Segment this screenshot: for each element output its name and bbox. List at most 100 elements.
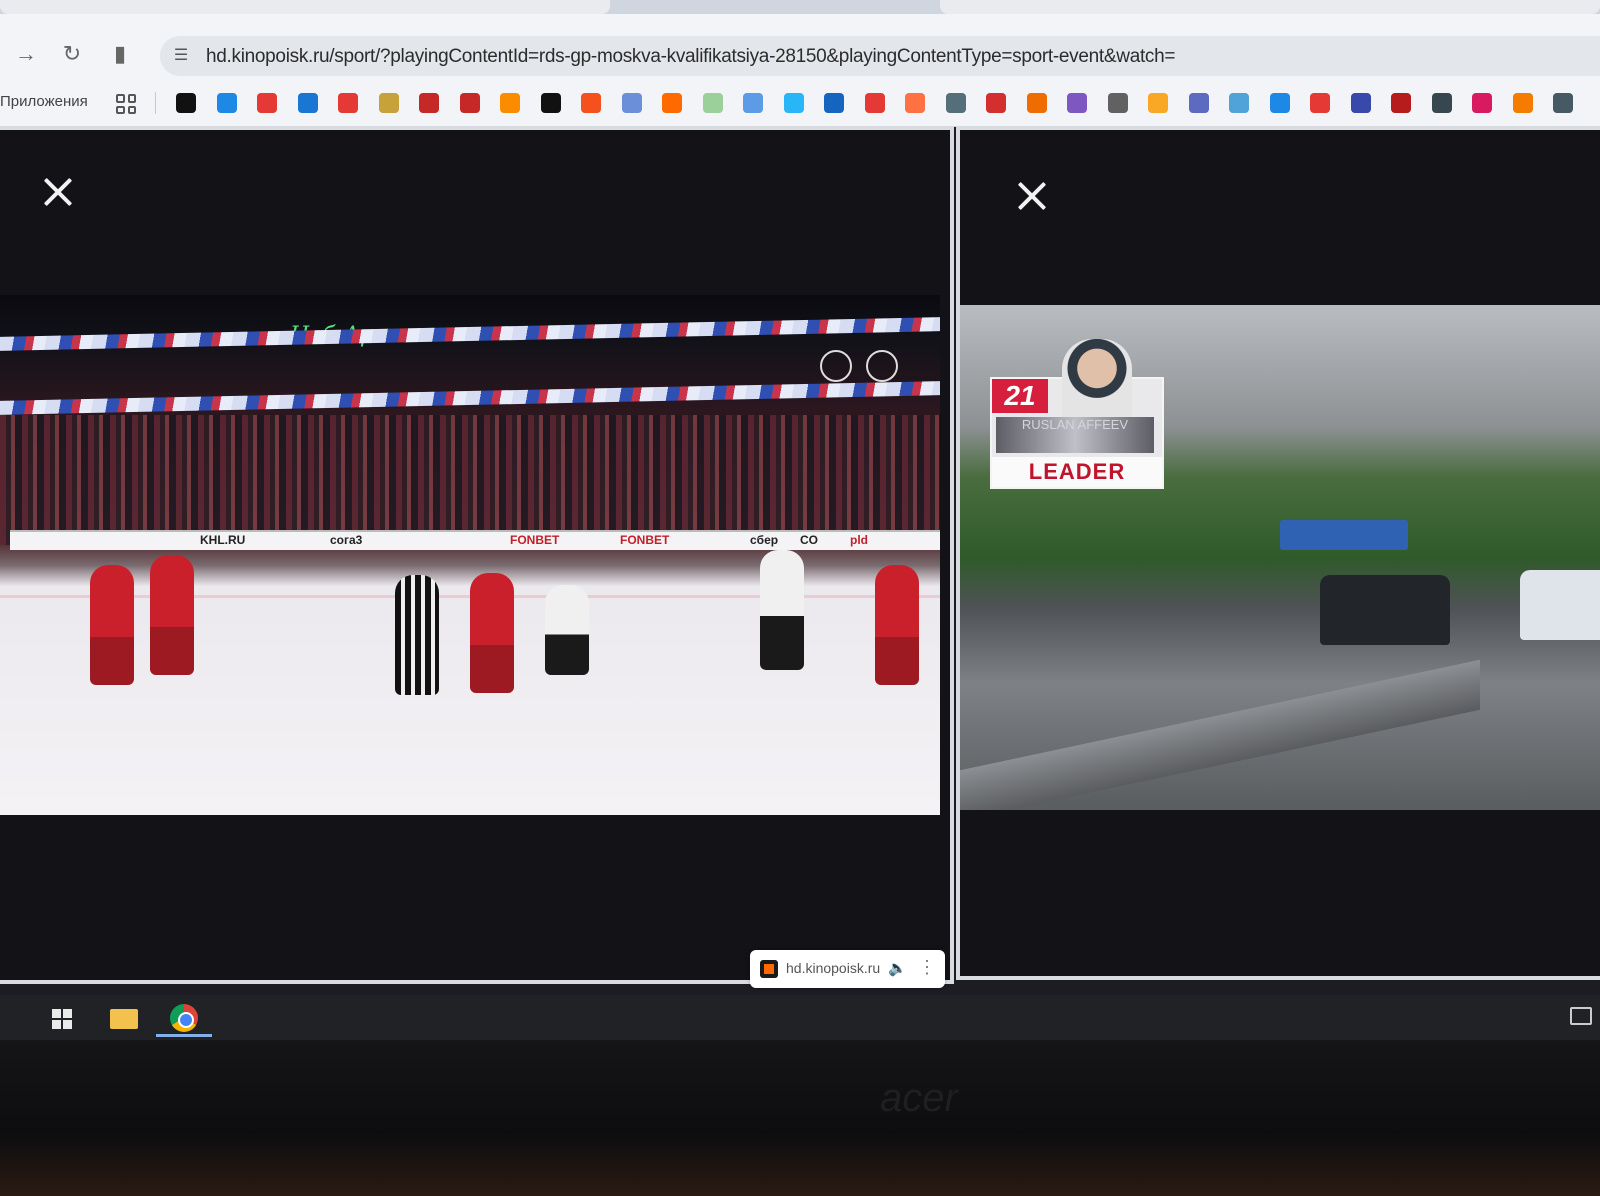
hockey-player <box>470 573 514 693</box>
bookmark-favicon-icon[interactable] <box>1148 93 1168 113</box>
apps-grid-icon[interactable] <box>116 94 136 114</box>
tab-strip <box>0 0 1600 14</box>
media-site-label[interactable]: hd.kinopoisk.ru <box>786 960 880 976</box>
board-ad: cбер <box>750 533 779 547</box>
bookmark-favicon-icon[interactable] <box>459 93 480 113</box>
bookmark-favicon-icon[interactable] <box>1512 93 1533 113</box>
side-panel-icon[interactable]: ▮ <box>108 42 132 66</box>
kinopoisk-favicon-icon <box>760 960 778 978</box>
bookmark-favicon-icon[interactable] <box>743 93 763 113</box>
bookmark-favicon-icon[interactable] <box>1067 93 1087 113</box>
keyboard-tray-icon[interactable] <box>1570 1007 1592 1025</box>
bookmark-favicon-icon[interactable] <box>540 93 561 113</box>
taskbar <box>0 995 1600 1040</box>
windows-start-button[interactable] <box>34 999 90 1037</box>
bookmark-favicon-icon[interactable] <box>1229 93 1249 113</box>
bookmark-favicon-icon[interactable] <box>824 93 844 113</box>
monitor-bezel: acer <box>0 1040 1600 1196</box>
bookmark-favicon-icon[interactable] <box>1431 93 1452 113</box>
reload-icon[interactable]: ↻ <box>60 42 84 66</box>
tab-active[interactable] <box>0 0 610 14</box>
bookmark-favicon-icon[interactable] <box>621 93 642 113</box>
bookmark-favicon-icon[interactable] <box>783 93 804 113</box>
hockey-player <box>150 555 194 675</box>
bookmark-favicon-icon[interactable] <box>297 93 318 113</box>
driver-card: 21 RUSLAN AFFEEV LEADER <box>990 339 1164 489</box>
bookmark-favicon-icon[interactable] <box>378 93 399 113</box>
board-ad: сога3 <box>330 533 363 547</box>
close-icon[interactable] <box>38 172 78 212</box>
media-controls-chip[interactable]: hd.kinopoisk.ru 🔈 ⋮ <box>750 950 945 988</box>
more-vertical-icon[interactable]: ⋮ <box>918 957 936 978</box>
bookmark-favicon-icon[interactable] <box>1472 93 1492 113</box>
chrome-icon <box>170 1004 198 1032</box>
board-ad: FONBET <box>620 533 670 547</box>
tune-icon[interactable]: ☰ <box>170 45 192 67</box>
bookmark-favicon-icon[interactable] <box>1269 93 1290 113</box>
bookmark-favicon-icon[interactable] <box>419 93 439 113</box>
driver-name: RUSLAN AFFEEV <box>996 417 1154 453</box>
file-explorer-button[interactable] <box>96 999 152 1037</box>
bookmark-favicon-icon[interactable] <box>1553 93 1573 113</box>
bookmark-favicon-icon[interactable] <box>257 93 277 113</box>
bookmark-favicon-icon[interactable] <box>1188 93 1209 113</box>
referee <box>395 575 439 695</box>
arena-ribbon-lower <box>0 381 940 415</box>
bookmark-favicon-icon[interactable] <box>1107 93 1128 113</box>
kinopoisk-logo-icon <box>866 350 898 382</box>
hockey-player <box>545 585 589 675</box>
race-video[interactable]: 21 RUSLAN AFFEEV LEADER <box>960 305 1600 810</box>
browser-toolbar: → ↻ ▮ ☰ hd.kinopoisk.ru/sport/?playingCo… <box>0 14 1600 80</box>
khl-logo-icon <box>820 350 852 382</box>
active-indicator <box>156 1034 212 1037</box>
bookmark-favicon-icon[interactable] <box>500 93 520 113</box>
bookmark-favicon-icon[interactable] <box>986 93 1006 113</box>
rink-boards: KHL.RU сога3 FONBET FONBET cбер CO pld <box>10 530 940 550</box>
bookmark-favicon-icon[interactable] <box>1310 93 1330 113</box>
crowd <box>0 415 940 545</box>
arena-ribbon-upper <box>0 317 940 351</box>
chrome-taskbar-button[interactable] <box>156 999 212 1037</box>
bookmark-apps-label[interactable]: Приложения <box>0 93 88 110</box>
arrow-right-icon[interactable]: → <box>14 42 38 66</box>
board-ad: FONBET <box>510 533 560 547</box>
windows-start-icon <box>52 1009 72 1029</box>
bookmark-favicon-icon[interactable] <box>1350 93 1371 113</box>
hockey-player <box>760 550 804 670</box>
bookmark-favicon-icon[interactable] <box>905 93 925 113</box>
bookmark-favicon-icon[interactable] <box>864 93 885 113</box>
file-explorer-icon <box>110 1009 138 1029</box>
driver-number: 21 <box>992 379 1048 413</box>
bookmark-favicon-icon[interactable] <box>1391 93 1411 113</box>
address-bar[interactable]: ☰ hd.kinopoisk.ru/sport/?playingContentI… <box>160 36 1600 76</box>
track-guardrail <box>960 659 1480 810</box>
race-car <box>1520 570 1600 640</box>
bookmark-favicon-icon[interactable] <box>945 93 966 113</box>
tab-inactive[interactable] <box>940 0 1600 14</box>
hockey-video[interactable]: Наб-Арена KHL.RU сога3 FONBET FONBET cбе… <box>0 295 940 815</box>
bookmarks-bar: Приложения <box>0 80 1600 127</box>
board-ad: KHL.RU <box>200 533 246 547</box>
hockey-player <box>90 565 134 685</box>
driver-photo <box>1062 339 1132 423</box>
bookmark-favicon-icon[interactable] <box>702 93 723 113</box>
race-player-pane[interactable]: 21 RUSLAN AFFEEV LEADER <box>956 126 1600 980</box>
bookmark-favicon-icon[interactable] <box>1026 93 1047 113</box>
bookmarks-divider <box>155 92 156 114</box>
monitor-brand: acer <box>880 1076 958 1120</box>
leader-badge: LEADER <box>992 457 1162 487</box>
bookmark-favicon-icon[interactable] <box>662 93 682 113</box>
speaker-icon[interactable]: 🔈 <box>888 959 907 977</box>
board-ad: pld <box>850 533 868 547</box>
bookmark-favicon-icon[interactable] <box>176 93 196 113</box>
hockey-player-pane[interactable]: Наб-Арена KHL.RU сога3 FONBET FONBET cбе… <box>0 126 954 984</box>
close-icon[interactable] <box>1012 176 1052 216</box>
screen: → ↻ ▮ ☰ hd.kinopoisk.ru/sport/?playingCo… <box>0 0 1600 1040</box>
trackside-banner <box>1280 520 1408 550</box>
race-car <box>1320 575 1450 645</box>
bookmark-favicon-icon[interactable] <box>581 93 601 113</box>
url-text[interactable]: hd.kinopoisk.ru/sport/?playingContentId=… <box>206 46 1176 68</box>
bookmark-favicon-icon[interactable] <box>338 93 358 113</box>
bookmark-favicon-icon[interactable] <box>216 93 237 113</box>
board-ad: CO <box>800 533 818 547</box>
